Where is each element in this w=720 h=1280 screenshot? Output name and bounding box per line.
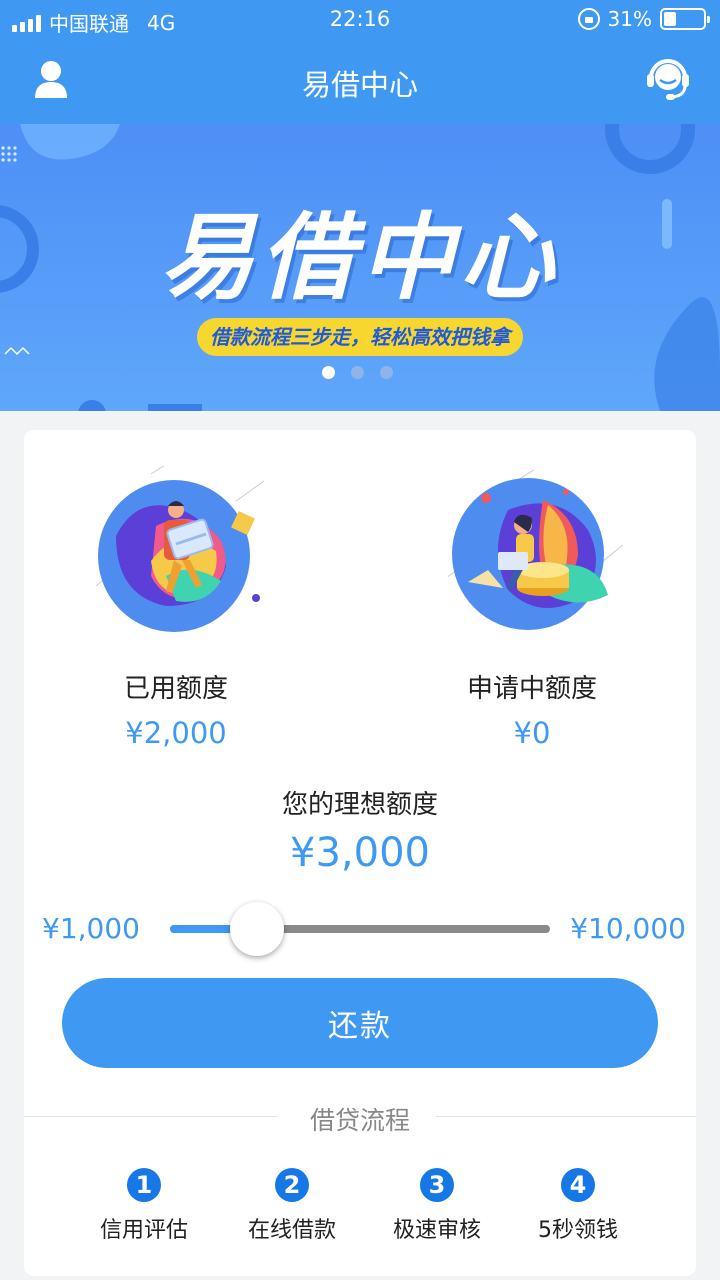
pending-credit-label: 申请中额度	[466, 674, 597, 704]
pending-credit-illustration	[448, 470, 624, 630]
battery-percent: 31%	[607, 7, 652, 31]
step-label: 极速审核	[392, 1218, 481, 1243]
slider-min-label: ¥1,000	[42, 912, 140, 945]
promo-banner[interactable]: 易借中心 借款流程三步走，轻松高效把钱拿	[0, 124, 720, 411]
ideal-credit-value: ¥3,000	[290, 830, 430, 876]
page-title: 易借中心	[301, 68, 418, 102]
credit-slider[interactable]	[170, 902, 550, 956]
ideal-credit-label: 您的理想额度	[281, 790, 438, 820]
step-number-badge: 3	[420, 1168, 454, 1202]
credit-card-panel: 已用额度 ¥2,000 申请中额度 ¥0 您的理想额度 ¥3,000 ¥1,00…	[24, 430, 696, 1276]
carousel-dot-3[interactable]	[380, 366, 393, 379]
process-step-3: 3 极速审核	[357, 1168, 517, 1244]
banner-subtitle: 借款流程三步走，轻松高效把钱拿	[197, 318, 523, 356]
step-number-badge: 1	[127, 1168, 161, 1202]
battery-icon	[660, 8, 710, 30]
pending-credit-value: ¥0	[513, 716, 551, 750]
step-number-badge: 4	[561, 1168, 595, 1202]
used-credit-label: 已用额度	[123, 674, 228, 704]
customer-service-icon[interactable]	[646, 56, 690, 102]
used-credit-value: ¥2,000	[125, 716, 227, 750]
banner-title: 易借中心	[159, 204, 560, 313]
step-label: 信用评估	[99, 1218, 188, 1243]
section-divider-right	[436, 1116, 696, 1117]
process-step-4: 4 5秒领钱	[498, 1168, 658, 1244]
status-right: 31%	[577, 7, 710, 31]
nav-bar: 易借中心	[0, 40, 720, 124]
carousel-dot-2[interactable]	[351, 366, 364, 379]
repay-button[interactable]: 还款	[62, 978, 658, 1068]
process-step-2: 2 在线借款	[212, 1168, 372, 1244]
step-number-badge: 2	[275, 1168, 309, 1202]
carousel-dots	[322, 366, 393, 379]
loan-process-steps: 1 信用评估 2 在线借款 3 极速审核 4 5秒领钱	[24, 1168, 696, 1248]
carousel-dot-1[interactable]	[322, 366, 335, 379]
rotation-lock-icon	[577, 8, 600, 30]
battery-fill	[664, 12, 676, 26]
process-step-1: 1 信用评估	[64, 1168, 224, 1244]
step-label: 在线借款	[247, 1218, 336, 1243]
step-label: 5秒领钱	[538, 1218, 618, 1243]
slider-max-label: ¥10,000	[570, 912, 686, 945]
used-credit-illustration	[96, 466, 265, 632]
loan-process-title: 借贷流程	[309, 1106, 410, 1135]
status-bar: 中国联通 4G 22:16 31%	[0, 0, 720, 40]
slider-thumb[interactable]	[230, 902, 285, 956]
